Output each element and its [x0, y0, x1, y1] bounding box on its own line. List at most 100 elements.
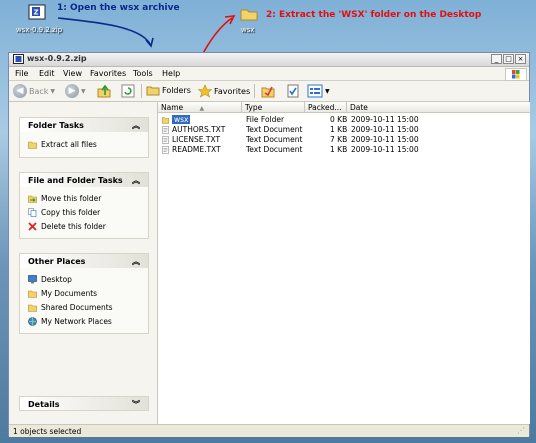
folder-tasks-body: Extract all files	[19, 132, 149, 158]
place-label: My Documents	[41, 289, 98, 298]
copy-folder-link[interactable]: Copy this folder	[28, 208, 100, 217]
folders-button[interactable]: Folders	[146, 84, 191, 96]
extract-all-files-link[interactable]: Extract all files	[28, 140, 97, 149]
file-folder-tasks-header[interactable]: File and Folder Tasks ︽	[19, 172, 149, 187]
zip-archive-icon	[13, 54, 24, 64]
menu-file[interactable]: File	[15, 69, 28, 78]
star-icon	[198, 84, 212, 98]
move-folder-link[interactable]: Move this folder	[28, 194, 101, 203]
extract-button[interactable]	[261, 84, 275, 98]
status-text: 1 objects selected	[13, 427, 82, 436]
column-header-name[interactable]: Name ▲	[158, 102, 242, 113]
file-date: 2009-10-11 15:00	[351, 115, 419, 124]
folder-icon	[162, 117, 169, 124]
place-shared-documents-link[interactable]: Shared Documents	[28, 303, 113, 312]
column-header-packed[interactable]: Packed...	[305, 102, 347, 113]
file-date: 2009-10-11 15:00	[351, 135, 419, 144]
delete-folder-link[interactable]: Delete this folder	[28, 222, 106, 231]
collapse-chevron-icon: ︽	[132, 121, 140, 130]
task-label: Delete this folder	[41, 222, 106, 231]
table-row[interactable]: LICENSE.TXT Text Document 7 KB 2009-10-1…	[158, 135, 530, 144]
check-button[interactable]	[286, 84, 300, 98]
maximize-button[interactable]: □	[503, 54, 514, 64]
menu-bar: File Edit View Favorites Tools Help	[9, 67, 529, 81]
forward-button[interactable]: ▶ ▼	[65, 84, 86, 98]
column-label: Type	[245, 103, 263, 112]
file-name-cell: LICENSE.TXT	[162, 135, 220, 144]
details-header[interactable]: Details ︾	[19, 396, 149, 411]
up-folder-icon	[97, 84, 111, 98]
table-row[interactable]: README.TXT Text Document 1 KB 2009-10-11…	[158, 145, 530, 154]
place-network-link[interactable]: My Network Places	[28, 317, 112, 326]
refresh-button[interactable]	[121, 84, 135, 98]
views-button[interactable]: ▼	[307, 84, 330, 98]
column-header-type[interactable]: Type	[242, 102, 305, 113]
text-file-icon	[162, 126, 169, 134]
resize-grip-icon[interactable]: ⋰	[517, 426, 525, 435]
file-folder-tasks-body: Move this folder Copy this folder Delete…	[19, 187, 149, 239]
column-label: Date	[350, 103, 368, 112]
menu-help[interactable]: Help	[162, 69, 180, 78]
place-desktop-link[interactable]: Desktop	[28, 275, 72, 284]
copy-icon	[28, 208, 37, 217]
task-label: Copy this folder	[41, 208, 101, 217]
blue-arrow	[57, 17, 151, 45]
file-name-cell: wsx	[162, 115, 191, 124]
windows-logo-icon	[505, 68, 527, 81]
up-folder-button[interactable]	[97, 84, 111, 98]
menu-tools[interactable]: Tools	[133, 69, 153, 78]
task-pane: Folder Tasks ︽ Extract all files File an…	[9, 102, 157, 424]
extract-folder-icon	[261, 86, 275, 98]
table-row[interactable]: wsx File Folder 0 KB 2009-10-11 15:00	[158, 115, 530, 124]
window-title: wsx-0.9.2.zip	[27, 54, 87, 63]
file-type: Text Document	[246, 145, 303, 154]
file-list: Name ▲ Type Packed... Date wsx File Fold…	[157, 102, 530, 424]
file-date: 2009-10-11 15:00	[351, 145, 419, 154]
menu-view[interactable]: View	[63, 69, 82, 78]
network-globe-icon	[28, 317, 37, 326]
column-label: Packed...	[308, 103, 342, 112]
back-arrow-icon: ◀	[13, 84, 27, 98]
other-places-header[interactable]: Other Places ︽	[19, 253, 149, 268]
file-packed: 1 KB	[330, 125, 348, 134]
toolbar-separator	[254, 84, 255, 98]
place-label: My Network Places	[41, 317, 112, 326]
minimize-button[interactable]: _	[491, 54, 502, 64]
back-label: Back	[29, 86, 49, 96]
toolbar: ◀ Back ▼ ▶ ▼ Folders Favorites ▼	[9, 81, 529, 102]
folder-tasks-header[interactable]: Folder Tasks ︽	[19, 117, 149, 132]
place-my-documents-link[interactable]: My Documents	[28, 289, 97, 298]
text-file-icon	[162, 146, 169, 154]
sort-ascending-icon: ▲	[199, 105, 205, 112]
text-file-icon	[162, 136, 169, 144]
views-icon	[307, 84, 323, 98]
my-documents-icon	[28, 290, 37, 298]
delete-x-icon	[28, 222, 37, 231]
check-document-icon	[287, 84, 299, 98]
file-folder-tasks-title: File and Folder Tasks	[28, 176, 123, 185]
chevron-down-icon: ▼	[325, 87, 330, 95]
details-title: Details	[28, 400, 60, 409]
task-label: Extract all files	[41, 140, 97, 149]
table-row[interactable]: AUTHORS.TXT Text Document 1 KB 2009-10-1…	[158, 125, 530, 134]
extract-folder-icon	[28, 141, 37, 149]
status-bar: 1 objects selected ⋰	[9, 424, 529, 437]
forward-arrow-icon: ▶	[65, 84, 79, 98]
other-places-body: Desktop My Documents Shared Documents My…	[19, 268, 149, 334]
menu-favorites[interactable]: Favorites	[90, 69, 126, 78]
favorites-button[interactable]: Favorites	[198, 84, 250, 98]
file-date: 2009-10-11 15:00	[351, 125, 419, 134]
collapse-chevron-icon: ︽	[132, 176, 140, 185]
file-name: LICENSE.TXT	[172, 135, 221, 144]
place-label: Shared Documents	[41, 303, 113, 312]
move-icon	[28, 195, 37, 203]
close-button[interactable]: ×	[515, 54, 526, 64]
file-name: AUTHORS.TXT	[172, 125, 226, 134]
toolbar-separator	[141, 84, 142, 98]
column-header-date[interactable]: Date	[347, 102, 530, 113]
title-bar[interactable]: wsx-0.9.2.zip _ □ ×	[9, 53, 529, 67]
file-name-cell: AUTHORS.TXT	[162, 125, 225, 134]
menu-edit[interactable]: Edit	[39, 69, 55, 78]
back-button[interactable]: ◀ Back ▼	[13, 84, 55, 98]
task-label: Move this folder	[41, 194, 102, 203]
